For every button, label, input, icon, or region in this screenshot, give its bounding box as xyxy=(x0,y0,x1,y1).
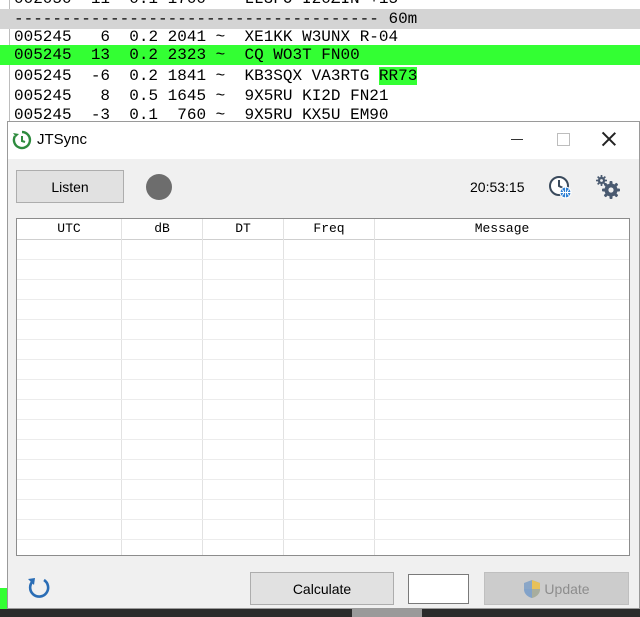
empty-row-line xyxy=(17,379,629,380)
log-line-partial: 002050 11 0.1 1700 ~ LL3FO I20ZIN +15 xyxy=(0,0,640,9)
clock-globe-icon[interactable] xyxy=(548,175,572,199)
background-window-edge xyxy=(0,588,7,609)
log-line-cq[interactable]: 005245 13 0.2 2323 ~ CQ WO3T FN00 xyxy=(0,45,640,65)
log-line[interactable]: 005245 6 0.2 2041 ~ XE1KK W3UNX R-04 xyxy=(0,27,640,47)
empty-row-line xyxy=(17,459,629,460)
utc-clock: 20:53:15 xyxy=(470,179,525,195)
empty-row-line xyxy=(17,319,629,320)
empty-row-line xyxy=(17,479,629,480)
column-divider xyxy=(202,219,203,555)
window-title: JTSync xyxy=(37,131,88,148)
decode-log: 002050 11 0.1 1700 ~ LL3FO I20ZIN +15 --… xyxy=(0,0,640,130)
taskbar-strip xyxy=(0,609,640,617)
minimize-icon xyxy=(511,138,523,140)
column-header-freq[interactable]: Freq xyxy=(284,219,374,239)
column-header-message[interactable]: Message xyxy=(375,219,629,239)
log-line[interactable]: 005245 -6 0.2 1841 ~ KB3SQX VA3RTG RR73 xyxy=(0,66,640,86)
empty-row-line xyxy=(17,539,629,540)
gears-icon[interactable] xyxy=(595,174,621,200)
jtsync-window: JTSync Listen 20:53:15 UTC dB DT Freq Me… xyxy=(7,121,640,609)
taskbar-segment xyxy=(352,609,422,617)
column-divider xyxy=(283,219,284,555)
log-band-separator: -------------------------------------- 6… xyxy=(0,9,640,29)
empty-row-line xyxy=(17,499,629,500)
refresh-icon[interactable] xyxy=(26,575,52,601)
empty-row-line xyxy=(17,419,629,420)
column-header-utc[interactable]: UTC xyxy=(17,219,121,239)
grid-header: UTC dB DT Freq Message xyxy=(17,219,629,240)
update-label: Update xyxy=(544,580,590,597)
maximize-icon xyxy=(556,132,570,146)
log-line[interactable]: 005245 8 0.5 1645 ~ 9X5RU KI2D FN21 xyxy=(0,86,640,106)
update-button[interactable]: Update xyxy=(484,572,629,605)
status-indicator xyxy=(146,174,172,200)
rr73-highlight: RR73 xyxy=(378,67,418,85)
empty-row-line xyxy=(17,299,629,300)
empty-row-line xyxy=(17,519,629,520)
uac-shield-icon xyxy=(524,579,541,598)
empty-row-line xyxy=(17,339,629,340)
empty-row-line xyxy=(17,399,629,400)
sync-results-grid[interactable]: UTC dB DT Freq Message xyxy=(16,218,630,556)
empty-row-line xyxy=(17,359,629,360)
empty-row-line xyxy=(17,279,629,280)
column-divider xyxy=(374,219,375,555)
offset-input[interactable] xyxy=(408,574,469,604)
jtsync-clock-icon xyxy=(12,130,32,150)
maximize-button[interactable] xyxy=(540,122,586,156)
empty-row-line xyxy=(17,439,629,440)
column-header-db[interactable]: dB xyxy=(122,219,202,239)
title-bar[interactable]: JTSync xyxy=(8,122,639,159)
close-icon xyxy=(602,132,616,146)
column-divider xyxy=(121,219,122,555)
calculate-button[interactable]: Calculate xyxy=(250,572,394,605)
close-button[interactable] xyxy=(586,122,632,156)
listen-button[interactable]: Listen xyxy=(16,170,124,203)
empty-row-line xyxy=(17,259,629,260)
minimize-button[interactable] xyxy=(494,122,540,156)
column-header-dt[interactable]: DT xyxy=(203,219,283,239)
